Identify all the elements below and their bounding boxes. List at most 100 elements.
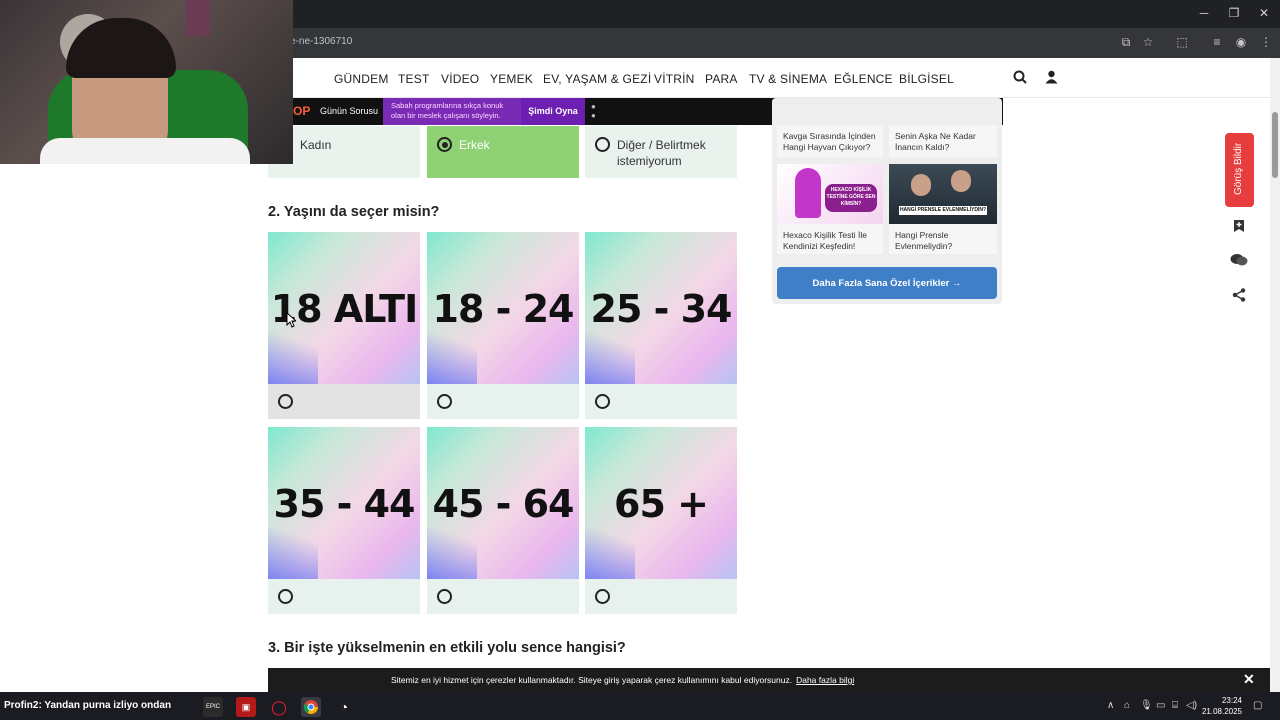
bookmark-icon[interactable]	[1228, 219, 1250, 241]
age-option-card[interactable]: 65 +	[585, 427, 737, 614]
feedback-label: Görüş Bildir	[1233, 142, 1244, 195]
card-title: Senin Aşka Ne Kadar İnancın Kaldı?	[895, 131, 976, 152]
nav-item-para[interactable]: PARA	[705, 72, 738, 86]
nav-item-eglence[interactable]: EĞLENCE	[834, 72, 893, 86]
recommended-card[interactable]: Kavga Sırasında İçinden Hangi Hayvan Çık…	[777, 125, 883, 157]
card-image-caption: HEXACO KİŞİLİK TESTİNE GÖRE SEN KİMSİN?	[825, 184, 877, 212]
card-title: Hexaco Kişilik Testi İle Kendinizi Keşfe…	[783, 230, 867, 251]
daily-question-text: Sabah programlarına sıkça konuk olan bir…	[383, 98, 521, 125]
clock-time: 23:24	[1221, 696, 1242, 705]
close-window-icon[interactable]: ✕	[1256, 6, 1272, 20]
card-image: HANGİ PRENSLE EVLENMELİYDİN?	[889, 164, 997, 224]
minimize-icon[interactable]: ─	[1196, 6, 1212, 20]
user-icon[interactable]	[1045, 70, 1058, 87]
card-title: Hangi Prensle Evlenmeliydin?	[895, 230, 953, 251]
chrome-icon[interactable]	[301, 697, 321, 717]
share-icon[interactable]	[1228, 288, 1250, 310]
cookie-more-info-link[interactable]: Daha fazla bilgi	[796, 675, 854, 685]
option-image: 18 - 24	[427, 232, 579, 384]
option-image: 35 - 44	[268, 427, 420, 579]
question-title: 3. Bir işte yükselmenin en etkili yolu s…	[268, 640, 626, 656]
option-image: 18 ALTI	[268, 232, 420, 384]
nav-item-video[interactable]: VİDEO	[441, 72, 479, 86]
microphone-icon[interactable]: 🎙	[1140, 700, 1153, 711]
radio-icon[interactable]	[437, 589, 452, 604]
radio-icon[interactable]	[437, 394, 452, 409]
app-icon[interactable]: ▣	[236, 697, 256, 717]
page-background	[0, 668, 268, 692]
tray-app-icon[interactable]: ⌂	[1124, 700, 1130, 711]
search-icon[interactable]	[1013, 70, 1027, 87]
option-image: 65 +	[585, 427, 737, 579]
webcam-overlay	[0, 0, 293, 164]
tray-chevron-icon[interactable]: ∧	[1107, 700, 1114, 711]
mouse-cursor-icon	[286, 311, 298, 333]
stream-chat-overlay: Profin2: Yandan purna izliyo ondan	[4, 700, 172, 711]
cookie-close-icon[interactable]: ✕	[1243, 671, 1255, 688]
cookie-text: Sitemiz en iyi hizmet için çerezler kull…	[391, 675, 855, 685]
scrollbar-thumb[interactable]	[1272, 112, 1278, 178]
scrollbar-track-bottom	[1270, 668, 1280, 692]
radio-icon[interactable]	[278, 589, 293, 604]
network-icon[interactable]: ⌸	[1172, 700, 1178, 711]
bookmark-star-icon[interactable]: ☆	[1140, 35, 1156, 49]
radio-selected-icon[interactable]	[437, 137, 452, 152]
comments-icon[interactable]	[1228, 253, 1250, 275]
age-option-card[interactable]: 45 - 64	[427, 427, 579, 614]
card-title: Kavga Sırasında İçinden Hangi Hayvan Çık…	[783, 131, 876, 152]
more-content-button[interactable]: Daha Fazla Sana Özel İçerikler →	[777, 267, 997, 299]
recommended-card[interactable]: Senin Aşka Ne Kadar İnancın Kaldı?	[889, 125, 997, 157]
carousel-dots[interactable]: ● ●	[591, 102, 596, 120]
option-label: 45 - 64	[432, 482, 575, 526]
option-label: Kadın	[300, 138, 332, 152]
clock-date: 21.08.2025	[1201, 707, 1242, 716]
play-now-button[interactable]: Şimdi Oyna	[521, 98, 585, 125]
nav-item-test[interactable]: TEST	[398, 72, 429, 86]
display-icon[interactable]: ▭	[1156, 700, 1165, 711]
recommended-card[interactable]: HEXACO KİŞİLİK TESTİNE GÖRE SEN KİMSİN? …	[777, 164, 883, 254]
opera-icon[interactable]: ◯	[269, 697, 289, 717]
option-label: 18 - 24	[432, 287, 575, 331]
url-text[interactable]: e-ne-1306710	[290, 36, 352, 47]
nav-item-yemek[interactable]: YEMEK	[490, 72, 533, 86]
epic-games-icon[interactable]: EPIC	[203, 697, 223, 717]
radio-icon[interactable]	[595, 137, 610, 152]
extensions-icon[interactable]: ⬚	[1174, 35, 1190, 49]
media-control-icon[interactable]: ≡	[1209, 35, 1225, 49]
option-label: 35 - 44	[273, 482, 416, 526]
daily-question-label: Günün Sorusu	[320, 106, 379, 116]
radio-icon[interactable]	[278, 394, 293, 409]
taskbar	[0, 692, 1280, 720]
card-image: HEXACO KİŞİLİK TESTİNE GÖRE SEN KİMSİN?	[777, 164, 883, 224]
browser-menu-icon[interactable]: ⋮	[1258, 35, 1274, 49]
restore-icon[interactable]: ❐	[1226, 6, 1242, 20]
option-gender-male[interactable]: Erkek	[427, 126, 579, 178]
nav-item-gundem[interactable]: GÜNDEM	[334, 72, 389, 86]
option-image: 45 - 64	[427, 427, 579, 579]
system-clock[interactable]: 23:24 21.08.2025	[1196, 695, 1242, 717]
recommended-card[interactable]: HANGİ PRENSLE EVLENMELİYDİN? Hangi Prens…	[889, 164, 997, 254]
radio-icon[interactable]	[595, 394, 610, 409]
obs-icon[interactable]: ◔	[334, 697, 354, 717]
nav-item-bilgisel[interactable]: BİLGİSEL	[899, 72, 954, 86]
card-image-caption: HANGİ PRENSLE EVLENMELİYDİN?	[899, 206, 987, 215]
option-gender-other[interactable]: Diğer / Belirtmek istemiyorum	[585, 126, 737, 178]
install-app-icon[interactable]: ⧉	[1118, 35, 1134, 50]
notification-icon[interactable]: ▢	[1253, 700, 1262, 711]
nav-item-tv-sinema[interactable]: TV & SİNEMA	[749, 72, 827, 86]
option-label: Diğer / Belirtmek istemiyorum	[617, 138, 706, 168]
option-label: 25 - 34	[590, 287, 733, 331]
promo-logo: OP	[293, 104, 311, 118]
nav-item-ev-yasam-gezi[interactable]: EV, YAŞAM & GEZİ	[543, 72, 651, 86]
question-title: 2. Yaşını da seçer misin?	[268, 204, 440, 220]
age-option-card[interactable]: 25 - 34	[585, 232, 737, 419]
profile-icon[interactable]: ◉	[1233, 35, 1249, 49]
nav-item-vitrin[interactable]: VİTRİN	[654, 72, 695, 86]
option-label: Erkek	[459, 138, 490, 152]
cookie-banner: Sitemiz en iyi hizmet için çerezler kull…	[268, 668, 1270, 692]
age-option-card[interactable]: 35 - 44	[268, 427, 420, 614]
radio-icon[interactable]	[595, 589, 610, 604]
feedback-button[interactable]: Görüş Bildir	[1225, 133, 1254, 207]
option-label: 65 +	[614, 482, 709, 526]
age-option-card[interactable]: 18 - 24	[427, 232, 579, 419]
